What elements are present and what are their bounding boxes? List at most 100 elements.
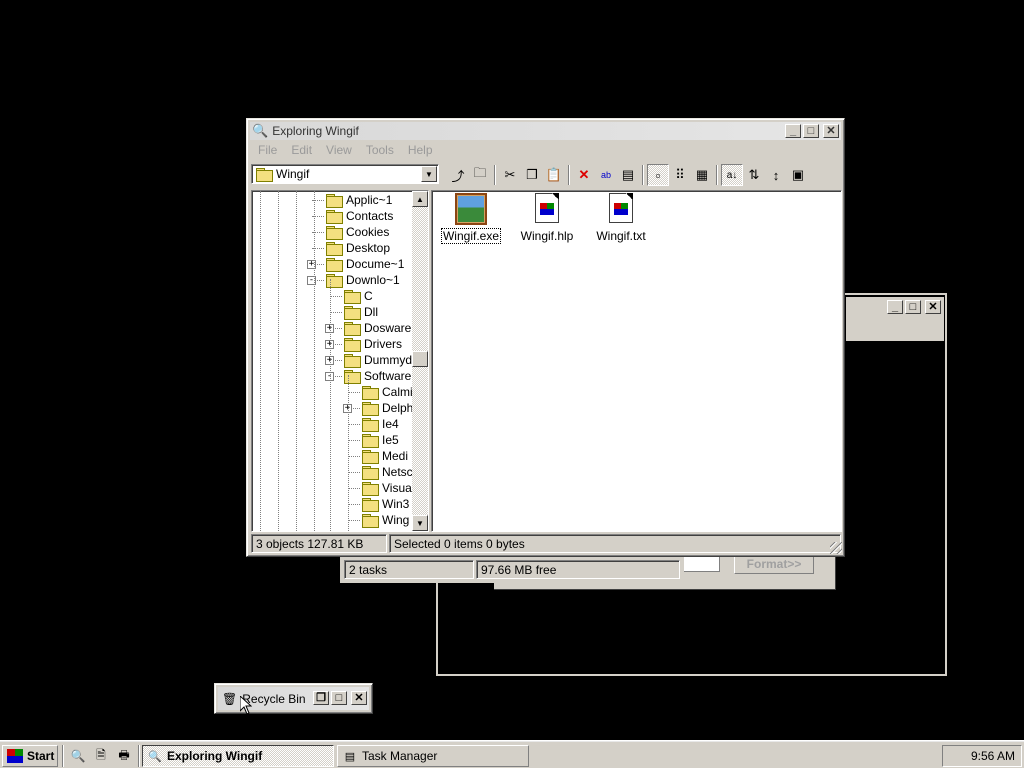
tree-item[interactable]: Medi <box>362 448 408 464</box>
file-name: Wingif.hlp <box>520 229 574 243</box>
large-icons-view-icon[interactable]: ▫ <box>647 164 669 186</box>
menu-tools[interactable]: Tools <box>359 143 401 157</box>
tree-item[interactable]: Dll <box>344 304 378 320</box>
task-manager-icon: ▤ <box>344 750 356 763</box>
document-quicklaunch-icon[interactable]: 🗎 <box>91 747 111 765</box>
tree-item[interactable]: C <box>344 288 373 304</box>
tree-item-label: Ie5 <box>382 433 399 447</box>
tree-item-label: Dll <box>364 305 378 319</box>
tree-connector <box>348 504 360 505</box>
folder-icon <box>326 194 343 208</box>
tree-item[interactable]: Visua <box>362 480 412 496</box>
dropdown-arrow-icon[interactable]: ▼ <box>421 166 437 182</box>
printer-quicklaunch-icon[interactable]: 🖶 <box>114 747 134 765</box>
address-value: Wingif <box>276 167 310 181</box>
start-label: Start <box>27 749 55 763</box>
scroll-up-arrow-icon[interactable]: ▲ <box>412 191 428 207</box>
rename-icon[interactable]: ab <box>595 164 617 186</box>
tree-item[interactable]: Docume~1 <box>326 256 404 272</box>
up-folder-icon[interactable]: ⤴ <box>447 164 469 186</box>
close-icon: ✕ <box>826 124 836 137</box>
folder-icon <box>256 168 273 182</box>
restore-button[interactable]: ❐ <box>313 691 329 705</box>
minimize-button[interactable]: _ <box>887 300 903 314</box>
menu-file[interactable]: File <box>251 143 284 157</box>
format-button[interactable]: Format>> <box>734 554 814 574</box>
folder-icon <box>344 354 361 368</box>
tree-item[interactable]: Desktop <box>326 240 390 256</box>
paste-icon[interactable]: 📋 <box>543 164 565 186</box>
tree-item[interactable]: Delph <box>362 400 413 416</box>
folder-icon <box>344 322 361 336</box>
taskbar-item-task-manager[interactable]: ▤ Task Manager <box>337 745 529 767</box>
menu-help[interactable]: Help <box>401 143 440 157</box>
tree-item[interactable]: Ie4 <box>362 416 399 432</box>
maximize-button[interactable]: □ <box>803 124 819 138</box>
scroll-thumb[interactable] <box>412 351 428 367</box>
explorer-titlebar[interactable]: 🔍 Exploring Wingif _ □ ✕ <box>250 122 841 140</box>
text-file-icon <box>609 193 633 223</box>
maximize-button[interactable]: □ <box>331 691 347 705</box>
tree-guide-line <box>314 191 315 531</box>
tree-item[interactable]: Dummydl <box>344 352 415 368</box>
folder-tree-pane: Applic~1 Contacts Cookies Desktop + Docume~1-… <box>251 190 429 532</box>
tree-item[interactable]: Win3 <box>362 496 409 512</box>
map-drive-icon[interactable]: 🗀 <box>469 164 491 186</box>
close-button[interactable]: ✕ <box>925 300 941 314</box>
tree-item[interactable]: Applic~1 <box>326 192 392 208</box>
tree-item[interactable]: Netsc <box>362 464 413 480</box>
close-icon: ✕ <box>354 691 364 704</box>
tree-item[interactable]: Drivers <box>344 336 402 352</box>
tree-item[interactable]: Dosware <box>344 320 411 336</box>
tree-item[interactable]: Downlo~1 <box>326 272 400 288</box>
windows-logo-icon <box>7 749 23 763</box>
tree-item[interactable]: Wing <box>362 512 409 528</box>
close-button[interactable]: ✕ <box>351 691 367 705</box>
tasks-count: 2 tasks <box>344 560 474 579</box>
taskbar-item-exploring-wingif[interactable]: 🔍 Exploring Wingif <box>142 745 334 767</box>
copy-icon[interactable]: ❐ <box>521 164 543 186</box>
explorer-quicklaunch-icon[interactable]: 🔍 <box>68 747 88 765</box>
clock[interactable]: 9:56 AM <box>971 749 1015 763</box>
tree-item[interactable]: Ie5 <box>362 432 399 448</box>
tree-item[interactable]: Software <box>344 368 411 384</box>
small-icons-view-icon[interactable]: ⠿ <box>669 164 691 186</box>
scroll-down-arrow-icon[interactable]: ▼ <box>412 515 428 531</box>
menu-view[interactable]: View <box>319 143 359 157</box>
sort-type-icon[interactable]: ⇅ <box>743 164 765 186</box>
file-list-pane: Wingif.exe Wingif.hlp Wingif.txt <box>431 190 842 532</box>
close-button[interactable]: ✕ <box>823 124 839 138</box>
tree-item[interactable]: Calmi <box>362 384 413 400</box>
task-label: Task Manager <box>362 749 438 763</box>
status-selected: Selected 0 items 0 bytes <box>389 534 841 553</box>
properties-icon[interactable]: ▤ <box>617 164 639 186</box>
sort-name-icon[interactable]: a↓ <box>721 164 743 186</box>
file-item[interactable]: Wingif.txt <box>586 193 656 243</box>
details-view-icon[interactable]: ▦ <box>691 164 713 186</box>
maximize-button[interactable]: □ <box>905 300 921 314</box>
delete-icon[interactable]: ✕ <box>573 164 595 186</box>
folder-icon <box>344 338 361 352</box>
file-item[interactable]: Wingif.exe <box>436 193 506 244</box>
minimize-button[interactable]: _ <box>785 124 801 138</box>
restore-icon: ❐ <box>316 691 326 704</box>
file-name: Wingif.txt <box>596 229 646 243</box>
toolbar: ⤴ 🗀 ✂ ❐ 📋 ✕ ab ▤ ▫ ⠿ ▦ a↓ ⇅ ↕ ▣ <box>447 164 809 186</box>
cut-icon[interactable]: ✂ <box>499 164 521 186</box>
quick-launch: 🔍 🗎 🖶 <box>68 746 137 766</box>
file-item[interactable]: Wingif.hlp <box>512 193 582 243</box>
tree-scrollbar[interactable]: ▲ ▼ <box>412 191 428 531</box>
tree-item[interactable]: Contacts <box>326 208 393 224</box>
tree-item-label: Wing <box>382 513 410 527</box>
tree-item-label: Desktop <box>346 241 391 255</box>
resize-grip-icon[interactable] <box>830 542 842 554</box>
start-button[interactable]: Start <box>2 745 58 767</box>
sort-size-icon[interactable]: ↕ <box>765 164 787 186</box>
system-tray: 9:56 AM <box>942 745 1022 767</box>
sort-date-icon[interactable]: ▣ <box>787 164 809 186</box>
address-combo[interactable]: Wingif ▼ <box>251 164 439 184</box>
menu-edit[interactable]: Edit <box>284 143 319 157</box>
tree-item-label: Win3 <box>382 497 410 511</box>
task-manager-statusbar: 2 tasks 97.66 MB free <box>340 557 684 583</box>
tree-item[interactable]: Cookies <box>326 224 389 240</box>
